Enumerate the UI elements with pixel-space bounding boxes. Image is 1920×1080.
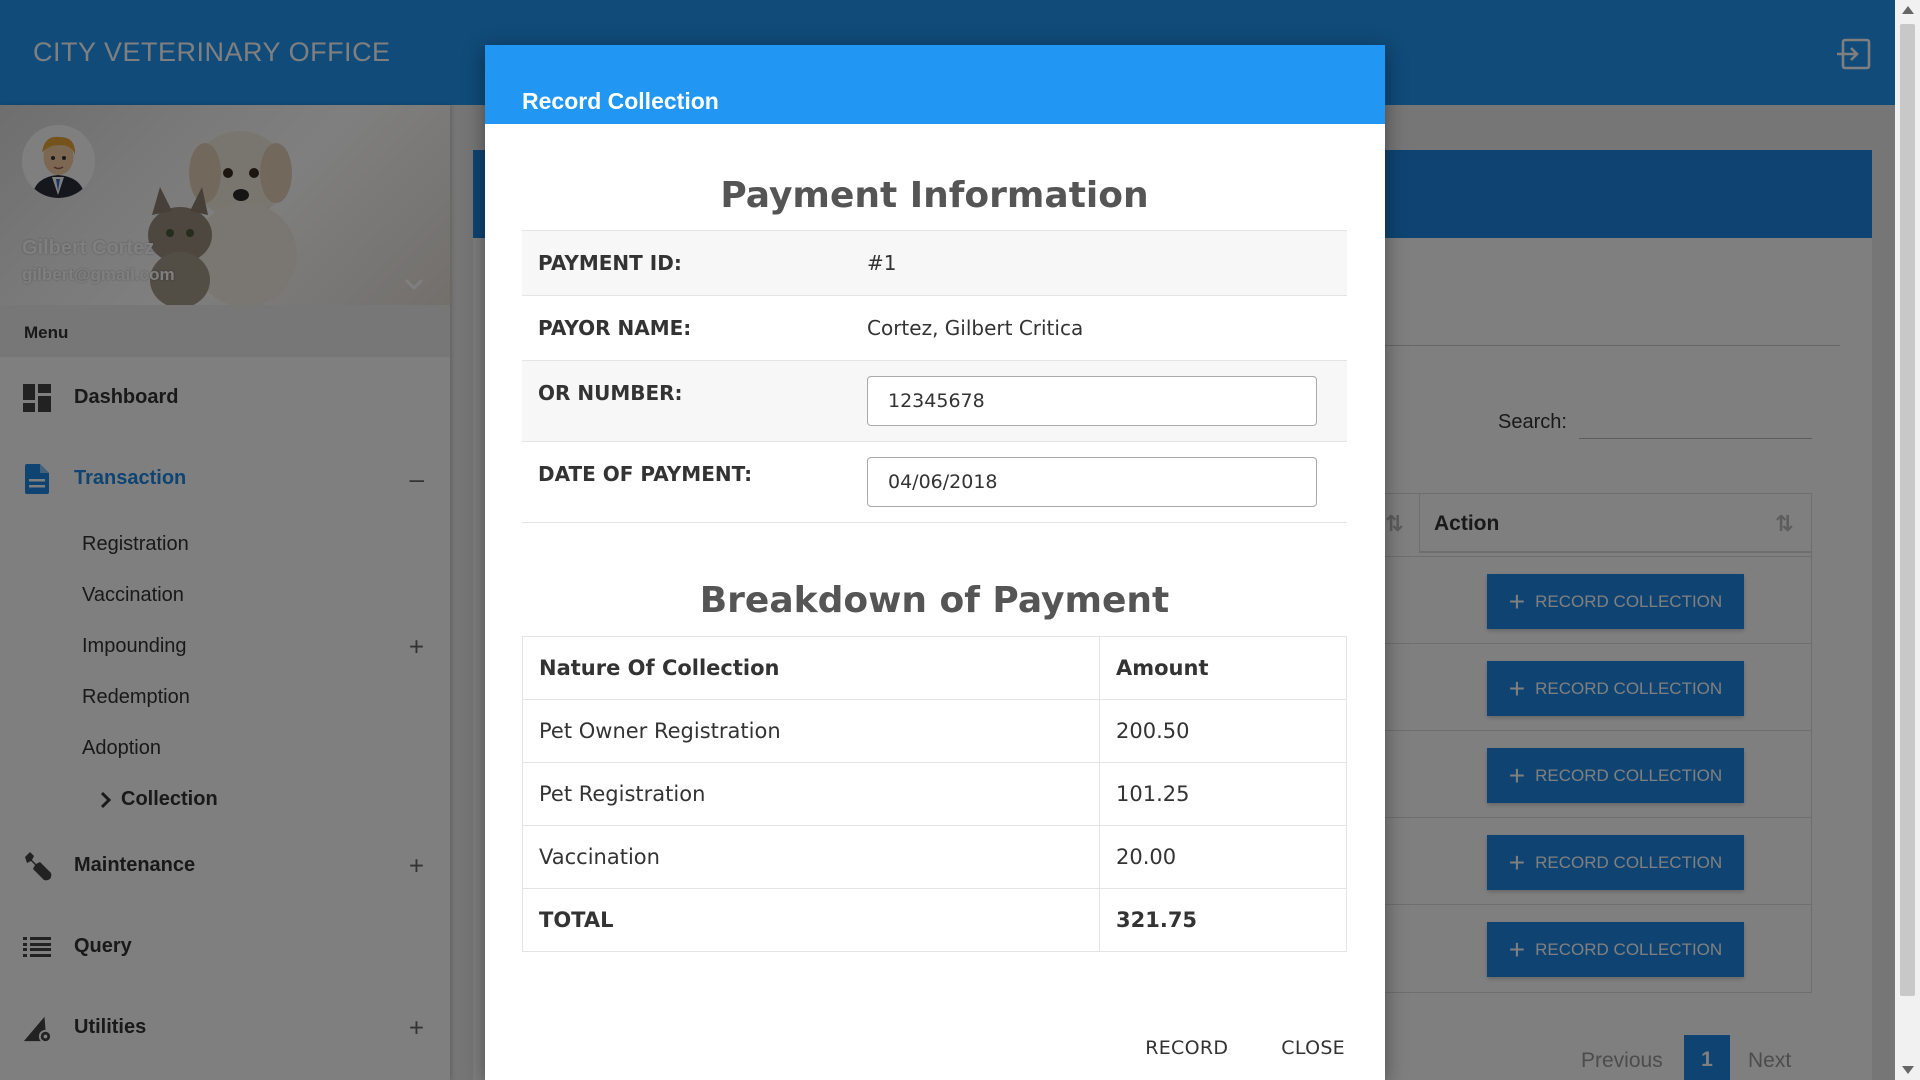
or-number-input[interactable] <box>867 376 1317 426</box>
amount-cell: 101.25 <box>1099 762 1347 826</box>
payment-id-label: PAYMENT ID: <box>522 230 867 296</box>
payment-id-value: #1 <box>867 230 1347 296</box>
payor-name-label: PAYOR NAME: <box>522 295 867 361</box>
total-label: TOTAL <box>522 888 1100 952</box>
record-collection-modal: Record Collection Payment Information PA… <box>485 45 1385 1080</box>
table-row: Pet Registration 101.25 <box>522 762 1347 826</box>
payor-name-value: Cortez, Gilbert Critica <box>867 295 1347 361</box>
amount-header: Amount <box>1099 636 1347 700</box>
close-button[interactable]: CLOSE <box>1281 1037 1345 1059</box>
breakdown-heading: Breakdown of Payment <box>699 580 1170 621</box>
table-row: OR NUMBER: <box>522 360 1347 442</box>
scroll-up-arrow-icon[interactable] <box>1902 6 1914 14</box>
date-of-payment-input[interactable] <box>867 457 1317 507</box>
table-row: DATE OF PAYMENT: <box>522 441 1347 523</box>
record-button[interactable]: RECORD <box>1145 1037 1228 1059</box>
scroll-down-arrow-icon[interactable] <box>1902 1066 1914 1074</box>
date-of-payment-cell <box>867 441 1347 523</box>
vertical-scrollbar[interactable] <box>1895 0 1920 1080</box>
table-row: PAYMENT ID: #1 <box>522 230 1347 296</box>
total-row: TOTAL 321.75 <box>522 888 1347 952</box>
table-row: PAYOR NAME: Cortez, Gilbert Critica <box>522 295 1347 361</box>
total-amount: 321.75 <box>1099 888 1347 952</box>
amount-cell: 20.00 <box>1099 825 1347 889</box>
nature-cell: Pet Registration <box>522 762 1100 826</box>
payment-information-heading: Payment Information <box>720 175 1149 216</box>
or-number-cell <box>867 360 1347 442</box>
nature-cell: Pet Owner Registration <box>522 699 1100 763</box>
amount-cell: 200.50 <box>1099 699 1347 763</box>
modal-footer: RECORD CLOSE <box>1145 1037 1345 1059</box>
scrollbar-thumb[interactable] <box>1900 24 1915 996</box>
table-row: Vaccination 20.00 <box>522 825 1347 889</box>
modal-title: Record Collection <box>522 88 719 114</box>
nature-cell: Vaccination <box>522 825 1100 889</box>
table-row: Pet Owner Registration 200.50 <box>522 699 1347 763</box>
or-number-label: OR NUMBER: <box>522 360 867 442</box>
modal-header: Record Collection <box>485 45 1385 124</box>
table-header-row: Nature Of Collection Amount <box>522 636 1347 700</box>
payment-info-table: PAYMENT ID: #1 PAYOR NAME: Cortez, Gilbe… <box>522 230 1347 523</box>
nature-of-collection-header: Nature Of Collection <box>522 636 1100 700</box>
breakdown-table: Nature Of Collection Amount Pet Owner Re… <box>522 636 1347 952</box>
date-of-payment-label: DATE OF PAYMENT: <box>522 441 867 523</box>
